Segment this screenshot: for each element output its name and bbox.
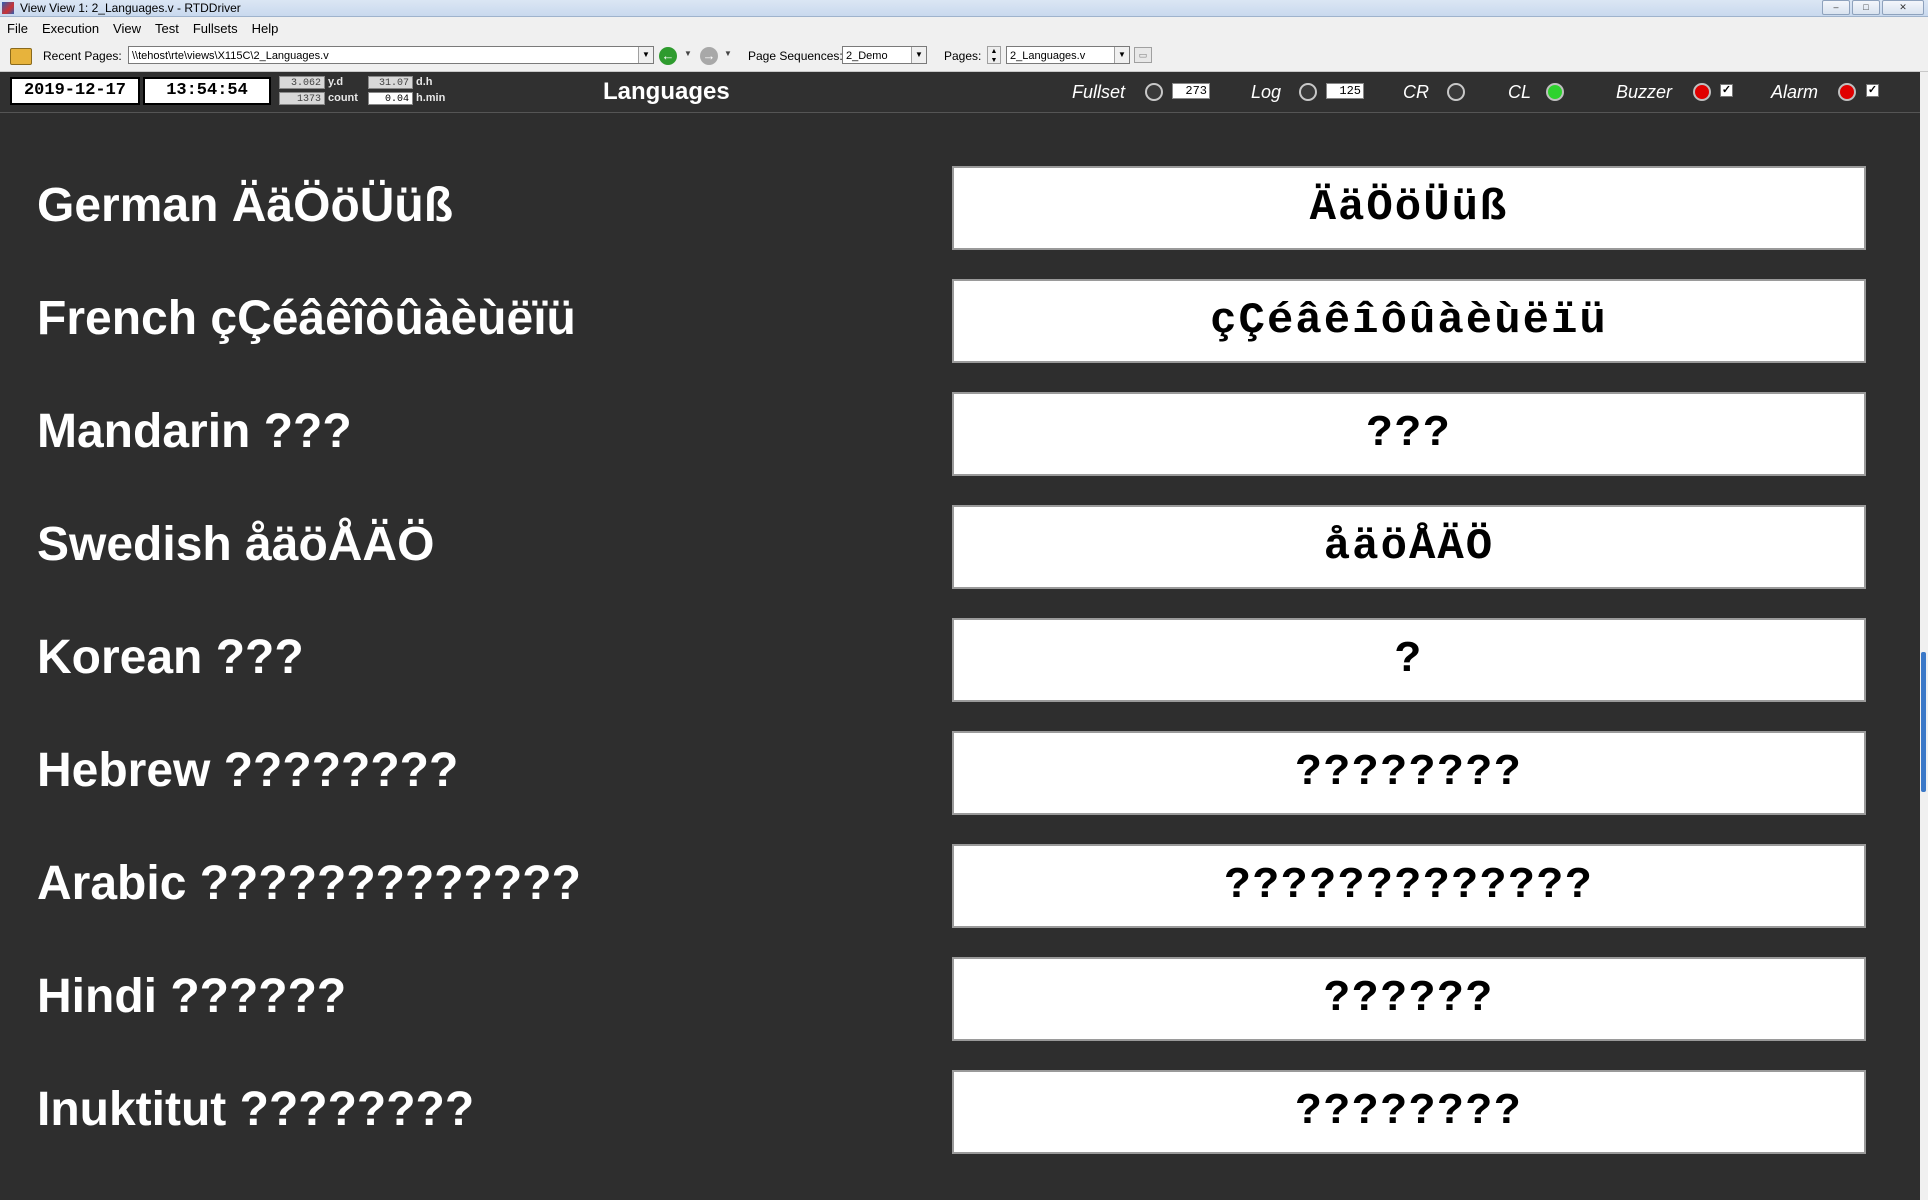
- language-value-hebrew: ????????: [952, 731, 1866, 815]
- recent-pages-label: Recent Pages:: [43, 49, 122, 63]
- date-display: 2019-12-17: [10, 77, 140, 105]
- menu-view[interactable]: View: [106, 17, 148, 41]
- buzzer-label: Buzzer: [1616, 82, 1673, 102]
- page-title: Languages: [603, 78, 730, 105]
- language-label-swedish: Swedish åäöÅÄÖ: [37, 518, 435, 571]
- pages-value: 2_Languages.v: [1010, 50, 1086, 62]
- language-label-hindi: Hindi ??????: [37, 970, 347, 1023]
- language-label-french: French çÇéâêîôûàèùëïü: [37, 292, 576, 345]
- open-folder-icon[interactable]: [10, 48, 32, 65]
- pages-label: Pages:: [944, 49, 982, 63]
- metric-hmin-value: 0.04: [368, 92, 413, 105]
- fullset-count: 273: [1172, 83, 1210, 99]
- cr-led-icon[interactable]: [1447, 83, 1465, 101]
- metric-yd-unit: y.d: [328, 76, 344, 88]
- language-value-arabic: ?????????????: [952, 844, 1866, 928]
- chevron-down-icon[interactable]: ▼: [1114, 47, 1129, 63]
- metric-yd-value: 3.062: [279, 76, 325, 89]
- cr-label: CR: [1403, 82, 1429, 102]
- edge-accent: [1921, 652, 1926, 792]
- fullset-led-icon[interactable]: [1145, 83, 1163, 101]
- metric-dh-value: 31.07: [368, 76, 413, 89]
- language-value-swedish: åäöÅÄÖ: [952, 505, 1866, 589]
- metric-hmin-unit: h.min: [416, 92, 446, 104]
- menu-test[interactable]: Test: [148, 17, 186, 41]
- toolbar: Recent Pages: \\tehost\rte\views\X115C\2…: [0, 41, 1928, 72]
- metric-count-value: 1373: [279, 92, 325, 105]
- pages-combo[interactable]: 2_Languages.v ▼: [1006, 46, 1130, 64]
- menu-bar: File Execution View Test Fullsets Help: [0, 17, 1928, 41]
- language-label-mandarin: Mandarin ???: [37, 405, 352, 458]
- page-view-icon[interactable]: ▭: [1134, 47, 1152, 63]
- close-button[interactable]: ✕: [1882, 0, 1924, 15]
- language-label-korean: Korean ???: [37, 631, 304, 684]
- menu-execution[interactable]: Execution: [35, 17, 106, 41]
- language-label-arabic: Arabic ?????????????: [37, 857, 581, 910]
- log-count: 125: [1326, 83, 1364, 99]
- window-title: View View 1: 2_Languages.v - RTDDriver: [20, 1, 241, 15]
- menu-file[interactable]: File: [0, 17, 35, 41]
- metric-dh-unit: d.h: [416, 76, 433, 88]
- language-value-german: ÄäÖöÜüß: [952, 166, 1866, 250]
- language-value-mandarin: ???: [952, 392, 1866, 476]
- back-history-dropdown-icon[interactable]: ▼: [684, 49, 692, 58]
- language-label-german: German ÄäÖöÜüß: [37, 179, 454, 232]
- recent-pages-value: \\tehost\rte\views\X115C\2_Languages.v: [132, 50, 329, 62]
- metric-count-unit: count: [328, 92, 358, 104]
- page-sequences-value: 2_Demo: [846, 50, 888, 62]
- menu-help[interactable]: Help: [245, 17, 286, 41]
- time-display: 13:54:54: [143, 77, 271, 105]
- minimize-button[interactable]: –: [1822, 0, 1850, 15]
- language-value-inuktitut: ????????: [952, 1070, 1866, 1154]
- language-value-korean: ?: [952, 618, 1866, 702]
- pages-spinner[interactable]: ▲ ▼: [987, 46, 1001, 64]
- cl-led-icon[interactable]: [1546, 83, 1564, 101]
- menu-fullsets[interactable]: Fullsets: [186, 17, 245, 41]
- chevron-down-icon[interactable]: ▼: [911, 47, 926, 63]
- page-sequences-label: Page Sequences:: [748, 49, 843, 63]
- page-sequences-combo[interactable]: 2_Demo ▼: [842, 46, 927, 64]
- rtddriver-app-icon: [2, 2, 14, 14]
- languages-panel: German ÄäÖöÜüß ÄäÖöÜüß French çÇéâêîôûàè…: [0, 113, 1920, 1200]
- cl-label: CL: [1508, 82, 1532, 102]
- alarm-led-icon[interactable]: [1838, 83, 1856, 101]
- forward-arrow-icon[interactable]: →: [700, 47, 718, 65]
- maximize-button[interactable]: □: [1852, 0, 1880, 15]
- language-label-hebrew: Hebrew ????????: [37, 744, 459, 797]
- language-value-french: çÇéâêîôûàèùëïü: [952, 279, 1866, 363]
- back-arrow-icon[interactable]: ←: [659, 47, 677, 65]
- log-led-icon[interactable]: [1299, 83, 1317, 101]
- language-label-inuktitut: Inuktitut ????????: [37, 1083, 475, 1136]
- alarm-checkbox[interactable]: ✓: [1866, 84, 1879, 97]
- status-bar: 2019-12-17 13:54:54 3.062 y.d 1373 count…: [0, 72, 1920, 113]
- forward-history-dropdown-icon[interactable]: ▼: [724, 49, 732, 58]
- buzzer-checkbox[interactable]: ✓: [1720, 84, 1733, 97]
- chevron-down-icon[interactable]: ▼: [638, 47, 653, 63]
- log-label: Log: [1251, 82, 1282, 102]
- language-value-hindi: ??????: [952, 957, 1866, 1041]
- title-bar: View View 1: 2_Languages.v - RTDDriver –…: [0, 0, 1928, 17]
- window-right-edge: [1920, 72, 1928, 1200]
- alarm-label: Alarm: [1771, 82, 1819, 102]
- buzzer-led-icon[interactable]: [1693, 83, 1711, 101]
- recent-pages-combo[interactable]: \\tehost\rte\views\X115C\2_Languages.v ▼: [128, 46, 654, 64]
- fullset-label: Fullset: [1072, 82, 1126, 102]
